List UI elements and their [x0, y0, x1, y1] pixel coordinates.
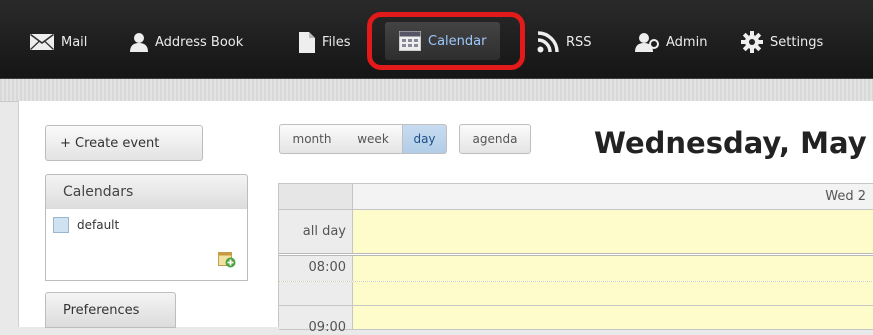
view-month-button[interactable]: month — [279, 124, 345, 154]
time-slot-0830[interactable] — [279, 282, 873, 306]
calendar-color-swatch — [53, 217, 69, 233]
nav-mail-label: Mail — [61, 34, 88, 50]
nav-files-label: Files — [322, 34, 351, 50]
person-icon — [130, 32, 148, 52]
grid-header-row: Wed 2 — [279, 183, 873, 210]
column-header-date: Wed 2 — [353, 184, 873, 209]
all-day-cell[interactable] — [353, 210, 873, 253]
gear-icon — [741, 31, 763, 53]
time-cell-0900[interactable] — [353, 306, 873, 329]
calendars-panel-header: Calendars — [45, 174, 248, 210]
time-label-0900: 09:00 — [279, 306, 353, 335]
rss-icon — [537, 31, 559, 53]
view-day-button[interactable]: day — [403, 124, 447, 154]
admin-icon — [635, 32, 659, 52]
calendars-title: Calendars — [63, 184, 134, 200]
nav-rss[interactable]: RSS — [537, 27, 592, 57]
time-cell-0800-a[interactable] — [353, 256, 873, 281]
view-day-label: day — [413, 132, 436, 146]
all-day-row[interactable]: all day — [279, 210, 873, 256]
nav-rss-label: RSS — [566, 34, 592, 50]
time-label-0830 — [279, 282, 353, 305]
view-month-label: month — [292, 132, 332, 146]
page-title: Wednesday, May — [594, 126, 867, 160]
view-week-label: week — [357, 132, 389, 146]
nav-settings-label: Settings — [770, 34, 824, 50]
create-event-button[interactable]: + Create event — [45, 125, 203, 161]
time-slot-0900[interactable]: 09:00 — [279, 306, 873, 335]
mail-icon — [30, 34, 54, 50]
preferences-panel-header[interactable]: Preferences — [45, 292, 176, 328]
create-event-label: + Create event — [60, 135, 160, 151]
time-0900-text: 09:00 — [308, 320, 346, 335]
day-grid: Wed 2 all day 08:00 09:00 — [278, 183, 873, 335]
preferences-label: Preferences — [63, 302, 140, 318]
add-calendar-icon[interactable] — [218, 250, 236, 272]
time-cell-0830[interactable] — [353, 282, 873, 305]
grid-header-corner — [279, 184, 353, 209]
calendars-list: default — [45, 209, 248, 281]
view-agenda-button[interactable]: agenda — [459, 124, 531, 154]
nav-address-book-label: Address Book — [155, 34, 244, 50]
calendar-item-label: default — [77, 218, 120, 232]
calendar-highlight-annotation — [367, 12, 525, 70]
time-slot-0800[interactable]: 08:00 — [279, 256, 873, 282]
file-icon — [299, 31, 315, 53]
time-label-0800: 08:00 — [279, 256, 353, 281]
view-agenda-label: agenda — [472, 132, 518, 146]
header-strip — [0, 79, 873, 102]
nav-settings[interactable]: Settings — [741, 27, 823, 57]
nav-files[interactable]: Files — [299, 27, 351, 57]
time-0800-text: 08:00 — [308, 260, 346, 275]
nav-admin-label: Admin — [666, 34, 708, 50]
all-day-text: all day — [302, 224, 346, 239]
nav-admin[interactable]: Admin — [635, 27, 707, 57]
calendar-item-default[interactable]: default — [53, 217, 119, 233]
nav-address-book[interactable]: Address Book — [130, 27, 243, 57]
nav-mail[interactable]: Mail — [30, 27, 87, 57]
all-day-label: all day — [279, 210, 353, 253]
view-week-button[interactable]: week — [344, 124, 403, 154]
